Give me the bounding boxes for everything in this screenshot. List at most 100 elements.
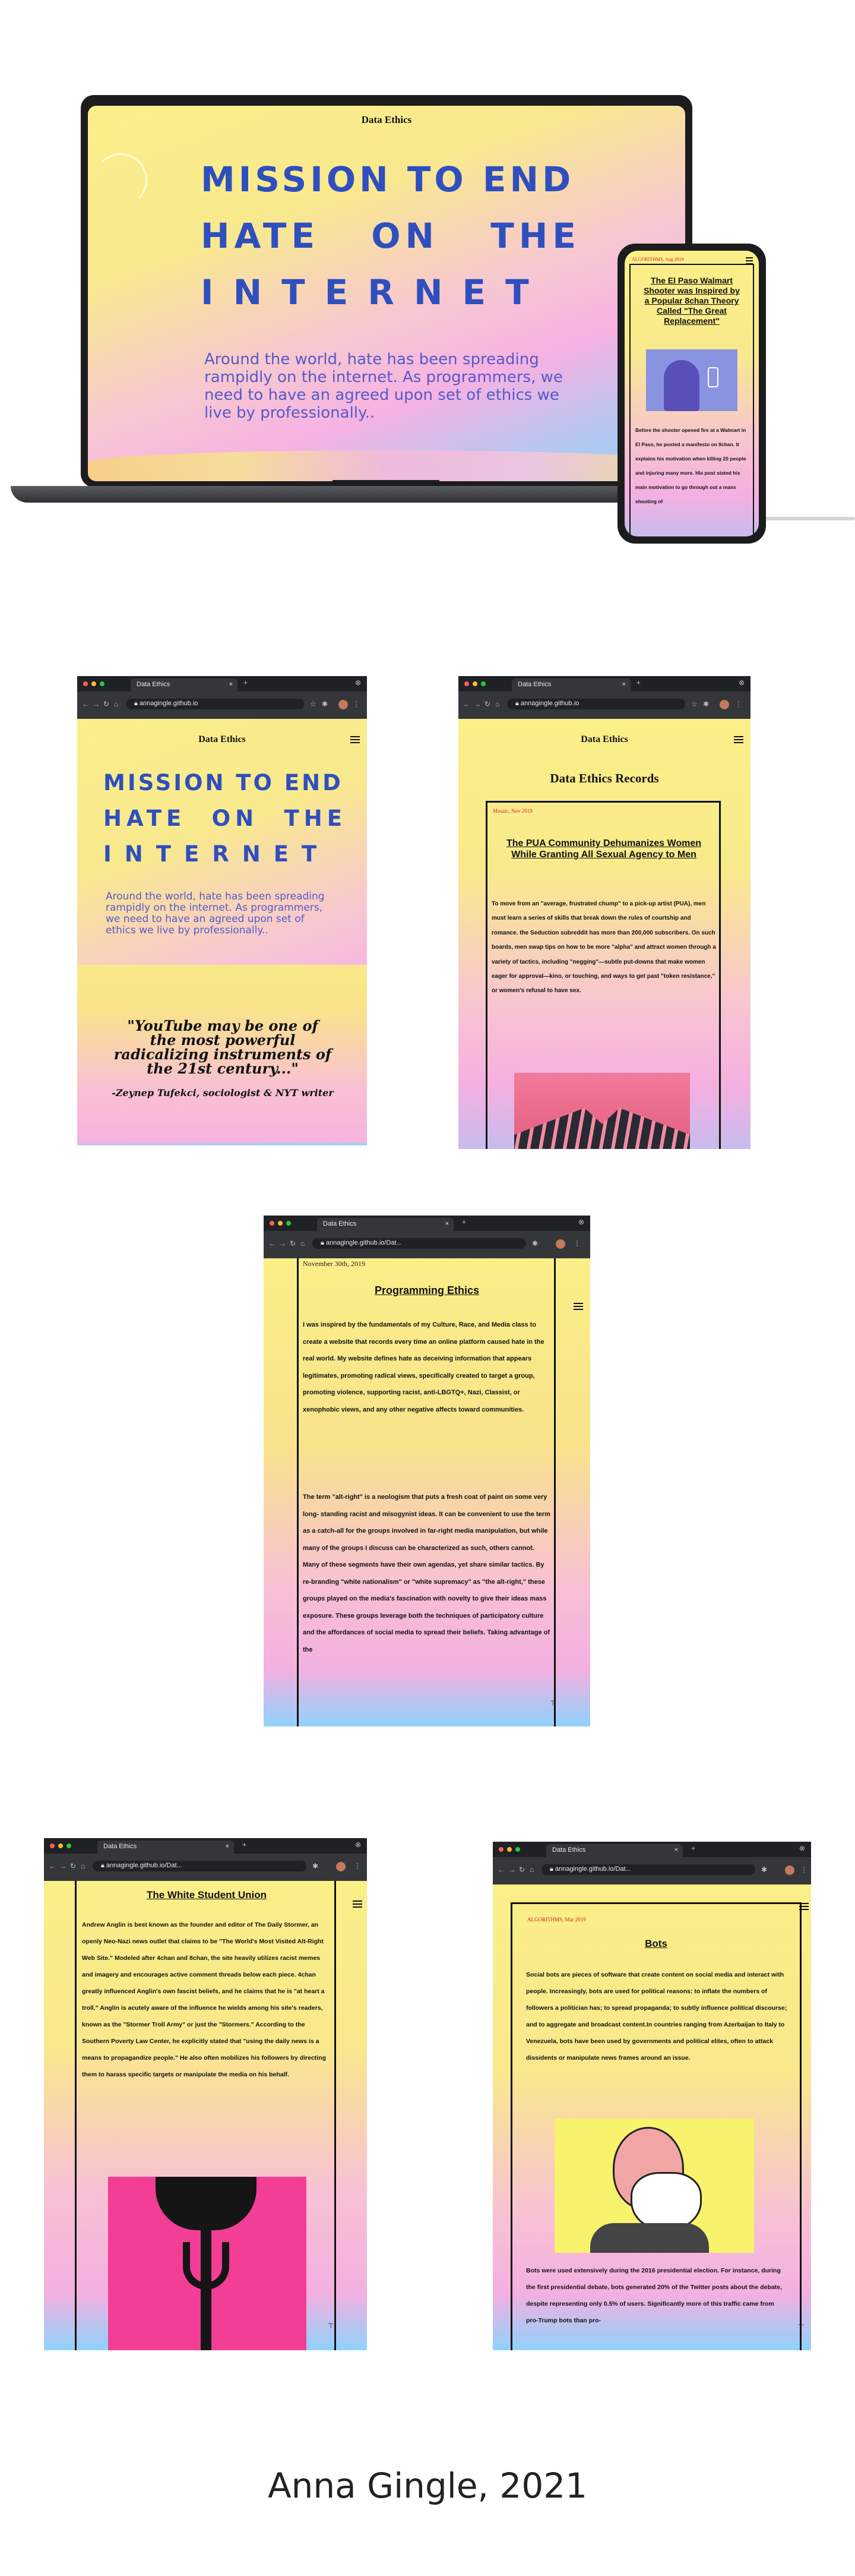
tab-close-icon[interactable]: × xyxy=(674,1846,678,1854)
profile-avatar[interactable] xyxy=(785,1865,794,1875)
tab-close-icon[interactable]: × xyxy=(226,1843,229,1850)
forward-icon[interactable]: → xyxy=(508,1865,515,1874)
page-bots: ALGORITHMS, Mar 2019 Bots Social bots ar… xyxy=(493,1884,811,2350)
minimize-dot-icon[interactable] xyxy=(473,681,477,686)
window-menu-icon[interactable]: ⊗ xyxy=(355,678,361,687)
forward-icon[interactable]: → xyxy=(59,1862,66,1870)
browser-chrome-programming: Data Ethics × + ⊗ ← → ↻ ⌂ 🔒︎ annagingle.g… xyxy=(264,1216,590,1258)
bots-heading[interactable]: Bots xyxy=(511,1938,802,1950)
maximize-dot-icon[interactable] xyxy=(515,1847,520,1852)
minimize-dot-icon[interactable] xyxy=(278,1221,283,1226)
home-icon[interactable]: ⌂ xyxy=(495,700,499,708)
window-menu-icon[interactable]: ⊗ xyxy=(578,1218,584,1226)
site-title[interactable]: Data Ethics xyxy=(88,114,685,126)
minimize-dot-icon[interactable] xyxy=(91,681,96,686)
window-menu-icon[interactable]: ⊗ xyxy=(739,678,745,687)
close-dot-icon[interactable] xyxy=(83,681,88,686)
more-menu-icon[interactable]: ⋮ xyxy=(800,1865,808,1874)
profile-avatar[interactable] xyxy=(338,700,348,709)
scroll-top-icon[interactable]: ⊤ xyxy=(550,1699,559,1713)
reload-icon[interactable]: ↻ xyxy=(519,1865,525,1874)
scroll-top-icon[interactable]: ⊤ xyxy=(328,2322,337,2336)
tab-data-ethics[interactable]: Data Ethics × xyxy=(546,1844,683,1857)
more-menu-icon[interactable]: ⋮ xyxy=(735,700,742,708)
reload-icon[interactable]: ↻ xyxy=(103,700,109,708)
close-dot-icon[interactable] xyxy=(270,1221,274,1226)
extensions-icon[interactable]: ✱ xyxy=(322,700,328,708)
tab-data-ethics[interactable]: Data Ethics × xyxy=(512,678,631,692)
new-tab-icon[interactable]: + xyxy=(242,1841,246,1849)
extensions-icon[interactable]: ✱ xyxy=(312,1862,318,1870)
back-icon[interactable]: ← xyxy=(463,700,470,708)
window-menu-icon[interactable]: ⊗ xyxy=(355,1841,361,1849)
quote-author: -Zeynep Tufekci, sociologist & NYT write… xyxy=(112,1087,334,1098)
student-union-heading[interactable]: The White Student Union xyxy=(77,1889,336,1901)
more-menu-icon[interactable]: ⋮ xyxy=(574,1239,581,1248)
close-dot-icon[interactable] xyxy=(499,1847,504,1852)
tab-data-ethics[interactable]: Data Ethics × xyxy=(131,678,238,692)
close-dot-icon[interactable] xyxy=(50,1843,55,1848)
reload-icon[interactable]: ↻ xyxy=(70,1862,76,1870)
maximize-dot-icon[interactable] xyxy=(286,1221,291,1226)
tab-close-icon[interactable]: × xyxy=(445,1220,449,1227)
extensions-icon[interactable]: ✱ xyxy=(761,1865,767,1874)
extensions-icon[interactable]: ✱ xyxy=(532,1239,538,1248)
reload-icon[interactable]: ↻ xyxy=(290,1239,296,1248)
new-tab-icon[interactable]: + xyxy=(243,678,248,687)
programming-heading[interactable]: Programming Ethics xyxy=(299,1284,555,1297)
forward-icon[interactable]: → xyxy=(474,700,481,708)
window-menu-icon[interactable]: ⊗ xyxy=(799,1844,805,1852)
address-bar[interactable]: 🔒︎ annagingle.github.io/Dat... xyxy=(542,1864,755,1875)
extensions-icon[interactable]: ✱ xyxy=(703,700,709,708)
profile-avatar[interactable] xyxy=(556,1239,565,1249)
maximize-dot-icon[interactable] xyxy=(66,1843,71,1848)
address-bar[interactable]: 🔒︎ annagingle.github.io/Dat... xyxy=(312,1238,526,1249)
star-icon[interactable]: ☆ xyxy=(691,700,698,708)
bots-para-1: Social bots are pieces of software that … xyxy=(526,1971,787,2062)
menu-icon[interactable] xyxy=(350,734,360,745)
menu-icon[interactable] xyxy=(574,1301,583,1312)
page-programming: November 30th, 2019 Programming Ethics I… xyxy=(264,1258,590,1726)
tab-data-ethics[interactable]: Data Ethics × xyxy=(97,1841,234,1854)
back-icon[interactable]: ← xyxy=(49,1862,56,1870)
home-icon[interactable]: ⌂ xyxy=(81,1862,85,1870)
menu-icon[interactable] xyxy=(353,1899,362,1909)
address-bar[interactable]: 🔒︎ annagingle.github.io/Dat... xyxy=(93,1861,306,1871)
new-tab-icon[interactable]: + xyxy=(691,1844,695,1852)
maximize-dot-icon[interactable] xyxy=(100,681,104,686)
address-bar[interactable]: 🔒︎ annagingle.github.io xyxy=(126,699,304,709)
records-article-headline[interactable]: The PUA Community Dehumanizes Women Whil… xyxy=(506,838,702,860)
new-tab-icon[interactable]: + xyxy=(462,1218,466,1226)
reload-icon[interactable]: ↻ xyxy=(484,700,490,708)
phone-article-headline[interactable]: The El Paso Walmart Shooter was Inspired… xyxy=(641,276,742,326)
new-tab-icon[interactable]: + xyxy=(636,678,641,687)
menu-icon[interactable] xyxy=(799,1901,809,1912)
site-title[interactable]: Data Ethics xyxy=(77,734,367,745)
profile-avatar[interactable] xyxy=(336,1862,346,1871)
minimize-dot-icon[interactable] xyxy=(507,1847,512,1852)
home-icon[interactable]: ⌂ xyxy=(300,1239,305,1248)
back-icon[interactable]: ← xyxy=(82,700,89,708)
star-icon[interactable]: ☆ xyxy=(310,700,316,708)
back-icon[interactable]: ← xyxy=(498,1865,505,1874)
address-bar[interactable]: 🔒︎ annagingle.github.io xyxy=(507,699,685,709)
tab-close-icon[interactable]: × xyxy=(229,681,233,688)
more-menu-icon[interactable]: ⋮ xyxy=(353,700,360,708)
menu-icon[interactable] xyxy=(734,734,743,745)
home-icon[interactable]: ⌂ xyxy=(114,700,118,708)
maximize-dot-icon[interactable] xyxy=(481,681,486,686)
programming-date: November 30th, 2019 xyxy=(303,1259,365,1268)
scroll-top-icon[interactable]: ⊤ xyxy=(798,2323,808,2337)
back-icon[interactable]: ← xyxy=(268,1239,276,1248)
tab-close-icon[interactable]: × xyxy=(622,681,626,688)
close-dot-icon[interactable] xyxy=(464,681,469,686)
more-menu-icon[interactable]: ⋮ xyxy=(354,1862,361,1870)
site-title[interactable]: Data Ethics xyxy=(458,734,750,745)
forward-icon[interactable]: → xyxy=(93,700,100,708)
home-icon[interactable]: ⌂ xyxy=(530,1865,534,1874)
forward-icon[interactable]: → xyxy=(279,1239,286,1248)
profile-avatar[interactable] xyxy=(720,700,729,709)
url-text: annagingle.github.io/Dat... xyxy=(106,1862,182,1869)
tab-data-ethics[interactable]: Data Ethics × xyxy=(317,1218,454,1231)
minimize-dot-icon[interactable] xyxy=(58,1843,63,1848)
